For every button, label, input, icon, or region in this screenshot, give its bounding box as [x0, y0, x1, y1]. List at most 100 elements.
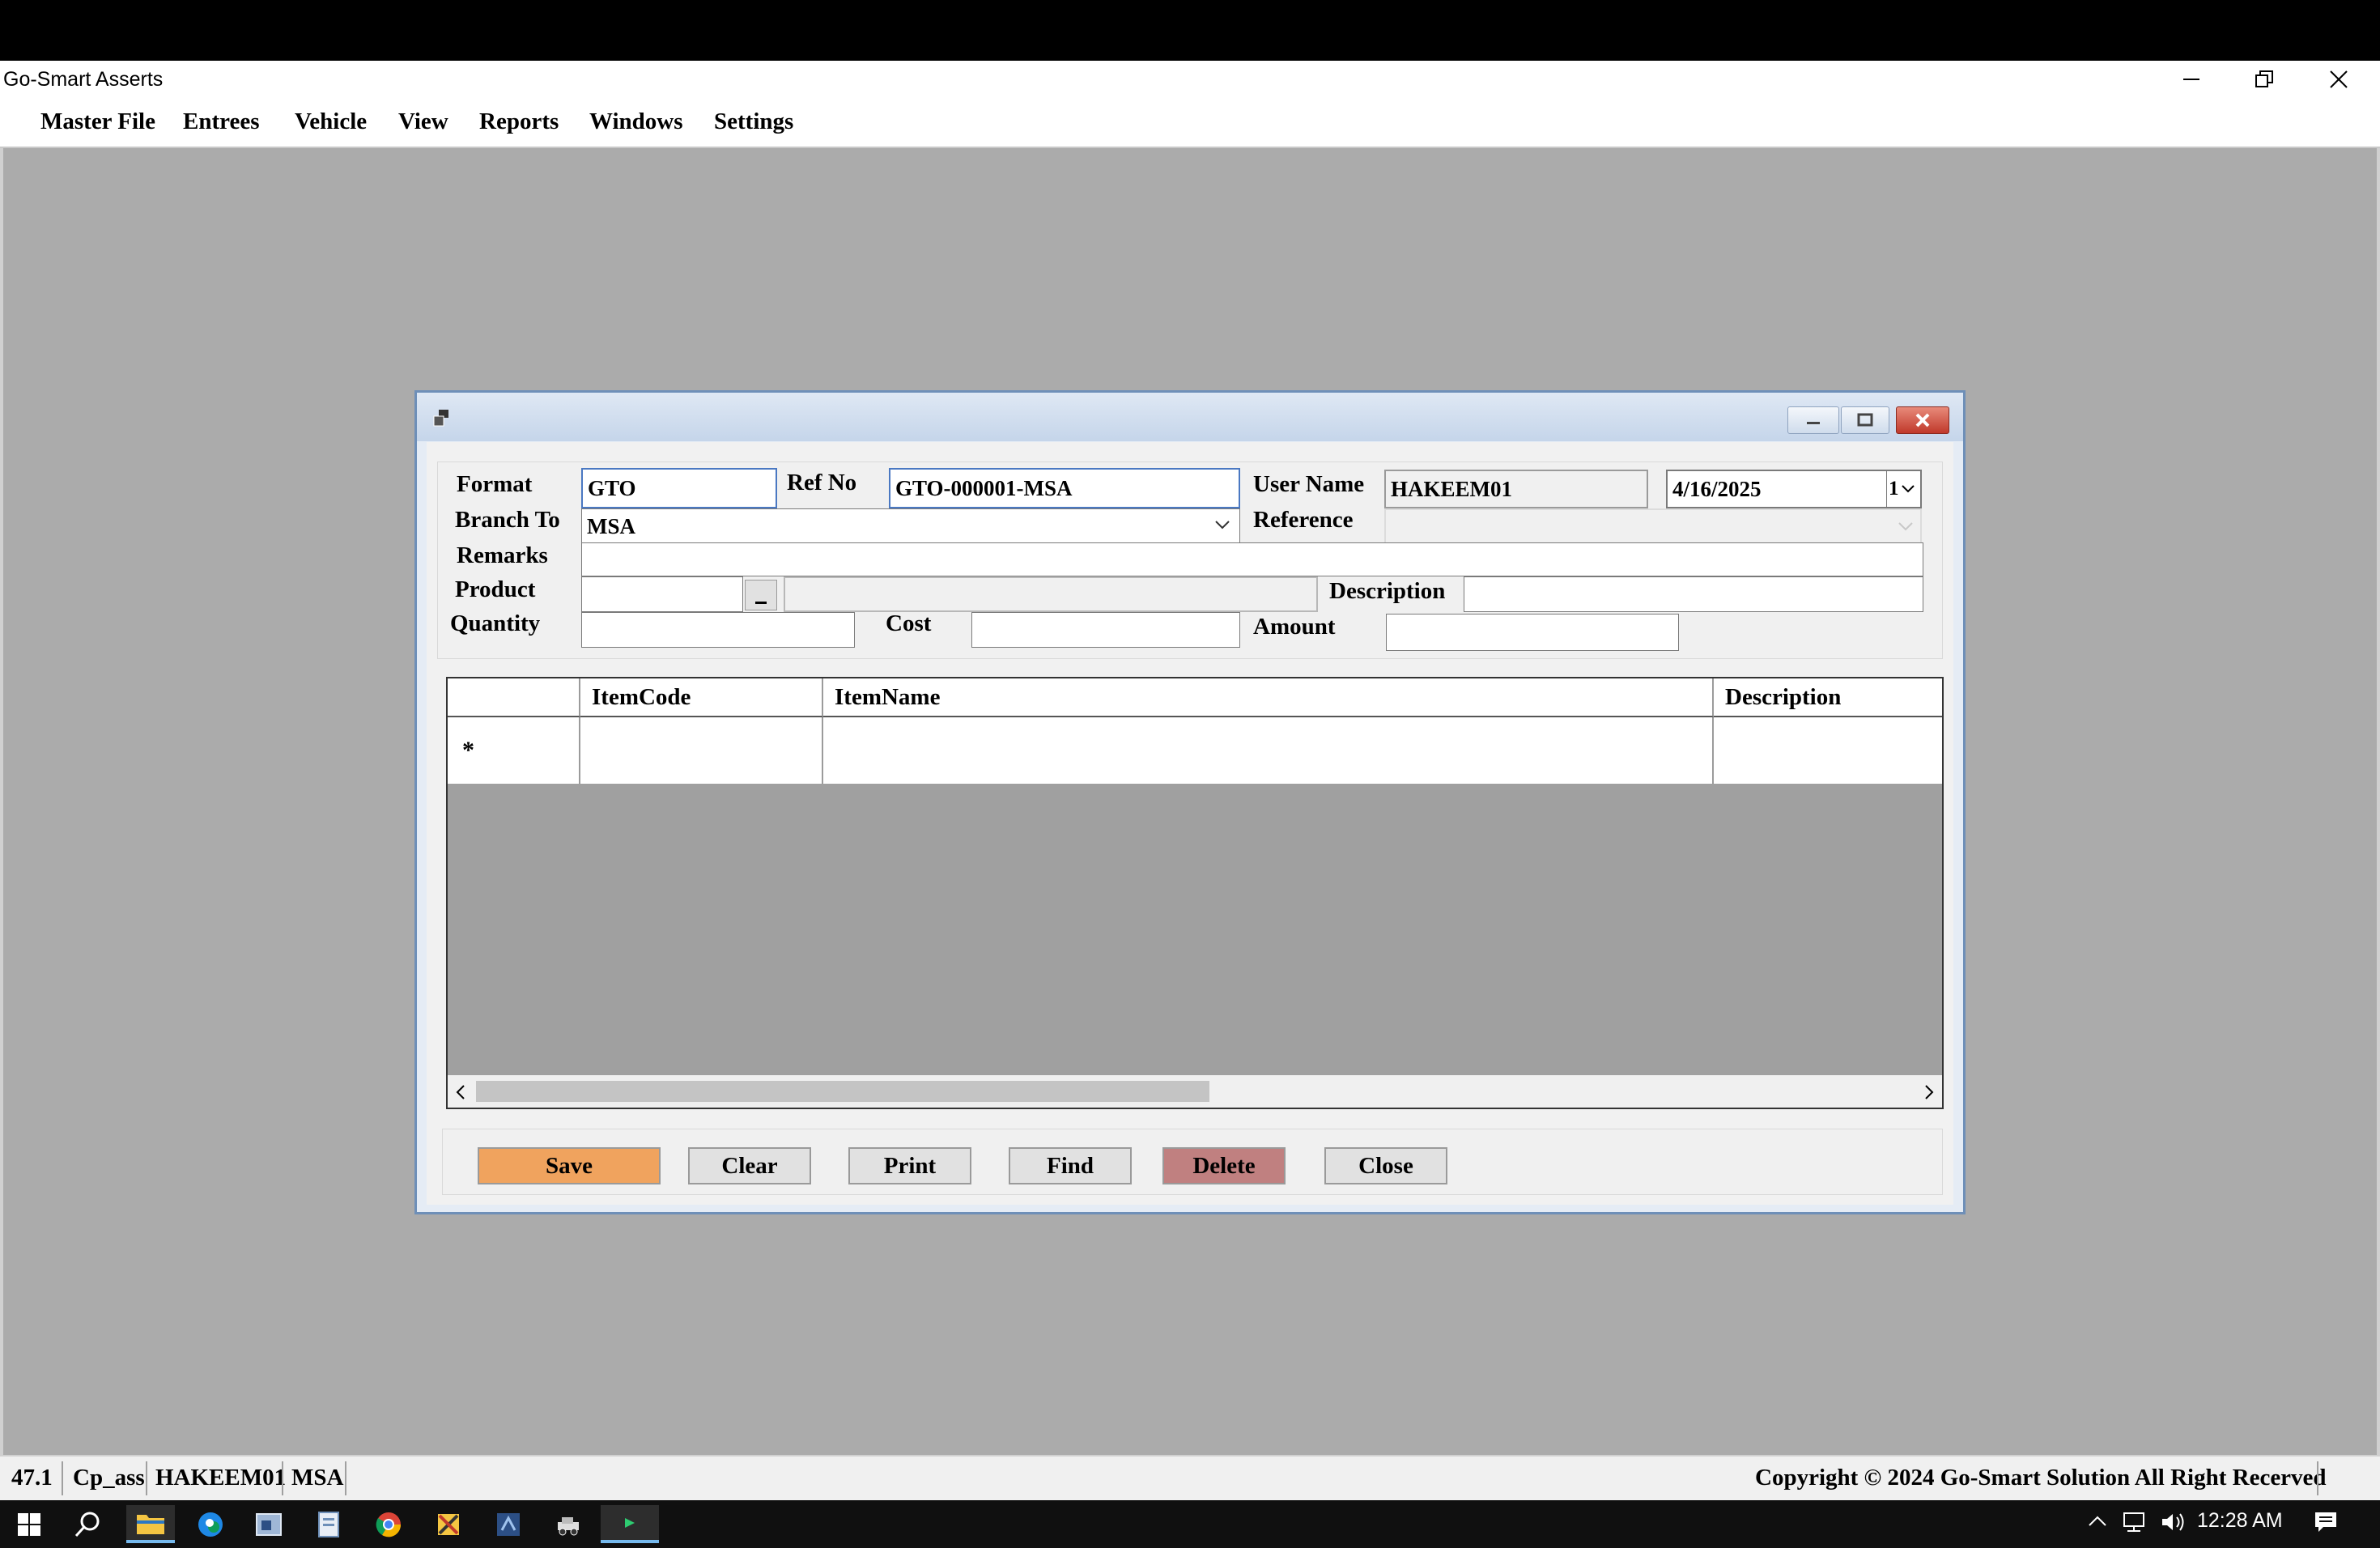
grid-cell-itemname[interactable]	[823, 717, 1714, 784]
taskbar-app-window[interactable]	[244, 1505, 293, 1543]
windows-logo-icon	[18, 1512, 40, 1536]
minimize-icon	[2183, 79, 2199, 80]
clear-button[interactable]: Clear	[688, 1147, 811, 1184]
tray-overflow-icon[interactable]	[2087, 1511, 2108, 1536]
status-separator	[2317, 1461, 2318, 1495]
refno-label: Ref No	[787, 470, 857, 495]
go-smart-app-icon	[625, 1517, 635, 1528]
description-field[interactable]	[1464, 576, 1923, 612]
taskbar-document[interactable]	[304, 1505, 353, 1543]
volume-icon[interactable]	[2160, 1511, 2186, 1537]
child-maximize-button[interactable]	[1841, 406, 1889, 434]
status-separator	[62, 1461, 63, 1495]
search-icon	[74, 1512, 100, 1537]
status-separator	[146, 1461, 147, 1495]
taskbar-go-smart[interactable]	[601, 1505, 659, 1543]
username-field[interactable]: HAKEEM01	[1384, 470, 1648, 508]
taskbar-edge[interactable]	[186, 1505, 235, 1543]
menu-entrees[interactable]: Entrees	[183, 108, 260, 135]
status-copyright: Copyright © 2024 Go-Smart Solution All R…	[1755, 1465, 2327, 1491]
windows-taskbar	[0, 1500, 2380, 1548]
child-close-button[interactable]	[1896, 406, 1949, 434]
quantity-field[interactable]	[581, 612, 855, 648]
grid-header-description[interactable]: Description	[1714, 678, 1942, 717]
status-version: 47.1	[11, 1465, 53, 1491]
folder-icon	[137, 1514, 164, 1534]
taskbar-chrome[interactable]	[364, 1505, 413, 1543]
studio-icon	[497, 1512, 520, 1536]
reference-select[interactable]	[1384, 508, 1922, 544]
vehicle-app-icon	[558, 1516, 579, 1535]
taskbar-clock[interactable]: 12:28 AM	[2197, 1509, 2283, 1533]
grid-header-itemname[interactable]: ItemName	[823, 678, 1714, 717]
branch-label: Branch To	[455, 507, 560, 533]
menu-vehicle[interactable]: Vehicle	[295, 108, 367, 135]
status-separator	[282, 1461, 283, 1495]
status-separator	[345, 1461, 346, 1495]
start-button[interactable]	[5, 1505, 53, 1543]
remarks-field[interactable]	[581, 542, 1923, 576]
remarks-label: Remarks	[457, 542, 548, 568]
menu-windows[interactable]: Windows	[589, 108, 683, 135]
scrollbar-thumb[interactable]	[476, 1081, 1209, 1102]
refno-field[interactable]: GTO-000001-MSA	[889, 468, 1240, 508]
grid-corner-header	[448, 678, 580, 717]
status-branch: MSA	[291, 1465, 344, 1491]
product-lookup-button[interactable]	[745, 580, 777, 610]
format-field[interactable]: GTO	[581, 468, 777, 508]
network-icon[interactable]	[2123, 1511, 2147, 1537]
product-name-field[interactable]	[784, 576, 1318, 612]
chrome-browser-icon	[376, 1512, 402, 1537]
branch-select[interactable]: MSA	[581, 508, 1240, 544]
document-icon	[318, 1511, 339, 1537]
minimize-button[interactable]	[2155, 61, 2228, 98]
chevron-down-icon	[1215, 521, 1230, 529]
amount-field[interactable]	[1386, 614, 1679, 651]
grid-header-itemcode[interactable]: ItemCode	[580, 678, 823, 717]
app-title: Go-Smart Asserts	[3, 68, 164, 91]
save-button[interactable]: Save	[478, 1147, 661, 1184]
scroll-left-icon[interactable]	[453, 1083, 468, 1101]
cost-field[interactable]	[971, 612, 1240, 648]
delete-button[interactable]: Delete	[1162, 1147, 1286, 1184]
print-button[interactable]: Print	[848, 1147, 971, 1184]
menu-reports[interactable]: Reports	[479, 108, 559, 135]
menu-view[interactable]: View	[398, 108, 448, 135]
username-label: User Name	[1253, 471, 1365, 497]
product-label: Product	[455, 576, 536, 602]
taskbar-file-explorer[interactable]	[126, 1505, 175, 1543]
reference-label: Reference	[1253, 507, 1354, 533]
scroll-right-icon[interactable]	[1922, 1083, 1936, 1101]
quantity-label: Quantity	[450, 610, 541, 636]
action-center-icon[interactable]	[2314, 1511, 2338, 1537]
taskbar-studio[interactable]	[484, 1505, 533, 1543]
restore-button[interactable]	[2228, 61, 2301, 98]
close-button[interactable]: Close	[1324, 1147, 1447, 1184]
menu-settings[interactable]: Settings	[714, 108, 793, 135]
cost-label: Cost	[886, 610, 932, 636]
app-window-icon	[256, 1512, 282, 1536]
app-titlebar	[0, 61, 2380, 98]
grid-cell-itemcode[interactable]	[580, 717, 823, 784]
find-button[interactable]: Find	[1009, 1147, 1132, 1184]
edge-browser-icon	[198, 1512, 223, 1537]
grid-cell-description[interactable]	[1714, 717, 1942, 784]
close-icon	[2330, 70, 2348, 88]
taskbar-vehicle-app[interactable]	[544, 1505, 593, 1543]
taskbar-tools[interactable]	[424, 1505, 473, 1543]
date-picker-button[interactable]: 1	[1886, 470, 1922, 508]
amount-label: Amount	[1253, 614, 1336, 640]
maximize-icon	[1857, 413, 1873, 427]
taskbar-search-button[interactable]	[63, 1505, 112, 1543]
close-app-button[interactable]	[2302, 61, 2375, 98]
form-system-icon[interactable]	[432, 408, 452, 432]
chevron-down-icon	[1898, 522, 1913, 531]
date-field[interactable]: 4/16/2025	[1666, 470, 1889, 508]
product-code-field[interactable]	[581, 576, 743, 612]
child-minimize-button[interactable]	[1787, 406, 1839, 434]
description-label: Description	[1329, 578, 1446, 604]
grid-new-row-marker[interactable]: *	[448, 717, 580, 784]
close-icon	[1915, 413, 1930, 427]
format-label: Format	[457, 471, 533, 497]
menu-master-file[interactable]: Master File	[40, 108, 155, 135]
